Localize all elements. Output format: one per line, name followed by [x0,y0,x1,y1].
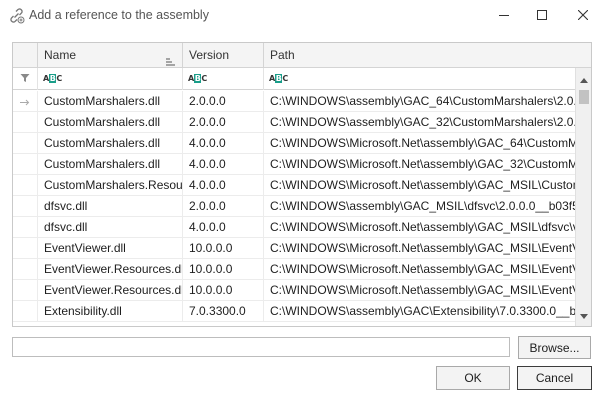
cell-path: C:\WINDOWS\Microsoft.Net\assembly\GAC_64… [270,136,575,150]
column-header-version[interactable]: Version [183,43,264,68]
maximize-icon [537,10,547,20]
cell-path: C:\WINDOWS\Microsoft.Net\assembly\GAC_MS… [270,220,575,234]
window-title: Add a reference to the assembly [29,8,209,22]
text-filter-icon: ABC [43,74,62,83]
minimize-button[interactable] [484,0,524,30]
column-header-name-label: Name [44,48,77,62]
column-header-path[interactable]: Path [264,43,591,68]
cell-path: C:\WINDOWS\Microsoft.Net\assembly\GAC_MS… [270,178,575,192]
cell-name: CustomMarshalers.dll [38,112,183,133]
table-row[interactable]: EventViewer.Resources.dll 10.0.0.0 C:\WIND… [13,259,575,280]
close-icon [578,10,588,20]
filter-cell-version[interactable]: ABC [183,68,264,90]
cancel-button[interactable]: Cancel [517,366,592,390]
browse-button[interactable]: Browse... [518,336,591,359]
text-filter-icon: ABC [269,74,288,83]
cell-name: EventViewer.dll [38,238,183,259]
minimize-icon [499,10,509,20]
table-row[interactable]: CustomMarshalers.dll 4.0.0.0 C:\WINDOWS\Mi… [13,133,575,154]
cell-version: 10.0.0.0 [183,280,264,301]
row-indicator [13,154,38,175]
row-indicator [13,175,38,196]
close-button[interactable] [563,0,603,30]
table-row[interactable]: CustomMarshalers.dll 4.0.0.0 C:\WINDOWS\Mi… [13,154,575,175]
grid-rows: CustomMarshalers.dll 2.0.0.0 C:\WINDOWS\as… [13,91,575,326]
scroll-up-arrow[interactable] [576,71,591,87]
triangle-down-icon [580,308,588,322]
cell-name: EventViewer.Resources.dll [38,280,183,301]
filter-indicator [13,68,38,90]
cell-path: C:\WINDOWS\assembly\GAC\Extensibility\7.… [270,304,575,318]
scroll-down-arrow[interactable] [576,307,591,323]
cell-version: 2.0.0.0 [183,91,264,112]
table-row[interactable]: CustomMarshalers.dll 2.0.0.0 C:\WINDOWS\as… [13,112,575,133]
cell-version: 4.0.0.0 [183,133,264,154]
cell-version: 2.0.0.0 [183,196,264,217]
assembly-grid[interactable]: Name Version Path ABC ABC ABC CustomMars… [12,42,592,327]
row-indicator [13,91,38,112]
row-indicator [13,133,38,154]
cell-name: CustomMarshalers.Resou... [38,175,183,196]
cell-name: EventViewer.Resources.dll [38,259,183,280]
row-indicator [13,301,38,322]
link-icon [8,7,25,24]
cell-version: 10.0.0.0 [183,238,264,259]
row-indicator [13,259,38,280]
cell-path: C:\WINDOWS\assembly\GAC_MSIL\dfsvc\2.0.0… [270,199,575,213]
scrollbar-thumb[interactable] [579,90,589,104]
cell-path: C:\WINDOWS\Microsoft.Net\assembly\GAC_MS… [270,283,575,297]
table-row[interactable]: CustomMarshalers.dll 2.0.0.0 C:\WINDOWS\as… [13,91,575,112]
cell-version: 4.0.0.0 [183,154,264,175]
table-row[interactable]: dfsvc.dll 4.0.0.0 C:\WINDOWS\Microsoft.Net… [13,217,575,238]
cell-path: C:\WINDOWS\assembly\GAC_32\CustomMarshal… [270,115,575,129]
filter-cell-name[interactable]: ABC [38,68,183,90]
filter-row: ABC ABC ABC [13,68,591,90]
table-row[interactable]: dfsvc.dll 2.0.0.0 C:\WINDOWS\assembly\GAC_… [13,196,575,217]
cell-version: 2.0.0.0 [183,112,264,133]
cell-name: CustomMarshalers.dll [38,133,183,154]
indicator-header [13,43,38,68]
cell-version: 4.0.0.0 [183,217,264,238]
row-indicator [13,196,38,217]
current-row-arrow-icon [20,95,30,109]
filter-cell-path[interactable]: ABC [264,68,575,90]
cell-path: C:\WINDOWS\Microsoft.Net\assembly\GAC_32… [270,157,575,171]
cell-name: CustomMarshalers.dll [38,154,183,175]
cell-name: dfsvc.dll [38,217,183,238]
cell-path: C:\WINDOWS\assembly\GAC_64\CustomMarshal… [270,94,575,108]
cell-path: C:\WINDOWS\Microsoft.Net\assembly\GAC_MS… [270,262,575,276]
sort-icon [166,51,176,66]
table-row[interactable]: EventViewer.dll 10.0.0.0 C:\WINDOWS\Micros… [13,238,575,259]
filter-icon [20,72,30,86]
title-bar: Add a reference to the assembly [0,0,604,30]
triangle-up-icon [580,72,588,86]
cell-name: dfsvc.dll [38,196,183,217]
column-header-name[interactable]: Name [38,43,183,68]
ok-button[interactable]: OK [436,366,510,390]
row-indicator [13,217,38,238]
table-row[interactable]: Extensibility.dll 7.0.3300.0 C:\WINDOWS\as… [13,301,575,322]
text-filter-icon: ABC [188,74,207,83]
row-indicator [13,280,38,301]
cell-name: Extensibility.dll [38,301,183,322]
row-indicator [13,112,38,133]
grid-header: Name Version Path [13,43,591,68]
maximize-button[interactable] [522,0,562,30]
cell-name: CustomMarshalers.dll [38,91,183,112]
vertical-scrollbar[interactable] [575,68,591,326]
cell-version: 7.0.3300.0 [183,301,264,322]
path-input[interactable] [12,337,510,357]
table-row[interactable]: EventViewer.Resources.dll 10.0.0.0 C:\WIND… [13,280,575,301]
cell-path: C:\WINDOWS\Microsoft.Net\assembly\GAC_MS… [270,241,575,255]
cell-version: 4.0.0.0 [183,175,264,196]
table-row[interactable]: CustomMarshalers.Resou... 4.0.0.0 C:\WINDO… [13,175,575,196]
cell-version: 10.0.0.0 [183,259,264,280]
row-indicator [13,238,38,259]
